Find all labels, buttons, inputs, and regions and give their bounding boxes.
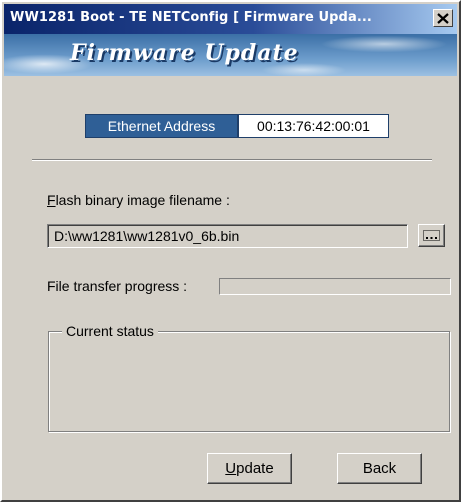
- ethernet-address-value: 00:13:76:42:00:01: [238, 114, 389, 138]
- ellipsis-browse-icon: [423, 230, 440, 241]
- close-icon: [437, 12, 449, 24]
- back-button[interactable]: Back: [337, 453, 422, 484]
- window-title: WW1281 Boot - TE NETConfig [ Firmware Up…: [10, 10, 372, 25]
- banner-title: Firmware Update: [70, 40, 299, 66]
- flash-filename-field[interactable]: D:\ww1281\ww1281v0_6b.bin: [47, 224, 408, 248]
- file-transfer-progress-label: File transfer progress :: [47, 278, 188, 294]
- update-button[interactable]: Update: [207, 453, 292, 484]
- flash-filename-label: Flash binary image filename :: [47, 192, 230, 208]
- flash-filename-accelerator: F: [47, 192, 56, 208]
- update-button-label: pdate: [236, 460, 274, 477]
- current-status-group: [48, 331, 450, 432]
- title-bar[interactable]: WW1281 Boot - TE NETConfig [ Firmware Up…: [4, 4, 457, 34]
- divider: [32, 159, 432, 161]
- file-transfer-progress-bar: [219, 278, 451, 295]
- close-button[interactable]: [433, 9, 453, 27]
- header-banner: Firmware Update: [4, 34, 457, 76]
- current-status-label: Current status: [62, 323, 158, 339]
- browse-button[interactable]: [418, 224, 445, 247]
- firmware-update-window: WW1281 Boot - TE NETConfig [ Firmware Up…: [0, 0, 461, 502]
- ethernet-address-label: Ethernet Address: [85, 114, 238, 138]
- update-accelerator: U: [225, 460, 237, 477]
- flash-filename-label-text: lash binary image filename :: [55, 192, 230, 208]
